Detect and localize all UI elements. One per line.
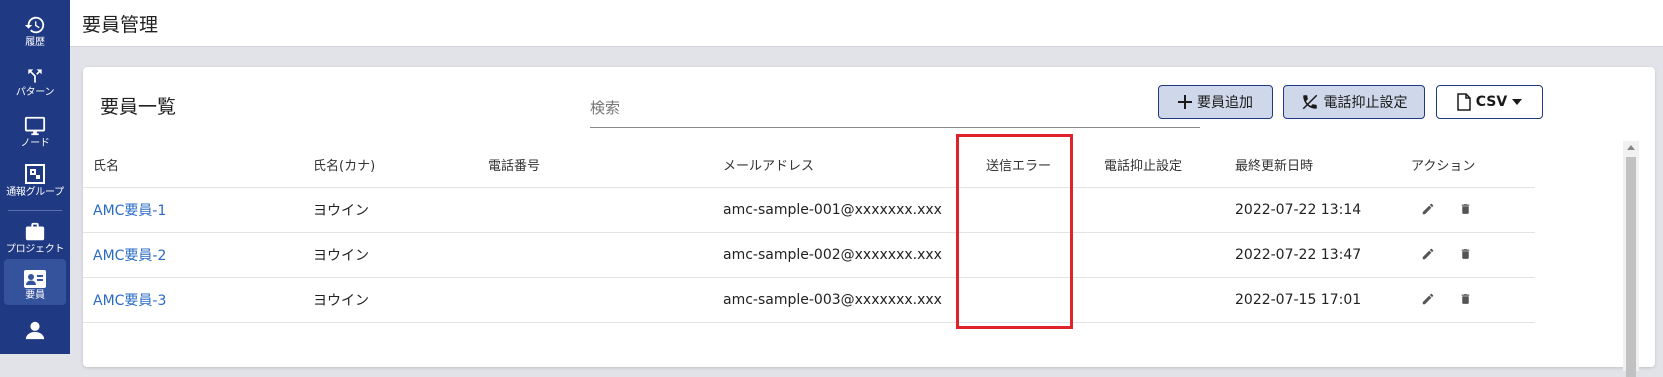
edit-icon[interactable] bbox=[1421, 247, 1435, 261]
member-kana: ヨウイン bbox=[313, 292, 369, 309]
briefcase-icon bbox=[25, 222, 45, 241]
column-header-kana[interactable]: 氏名(カナ) bbox=[313, 142, 375, 187]
delete-icon[interactable] bbox=[1459, 202, 1472, 216]
page-title: 要員管理 bbox=[82, 14, 159, 36]
caret-down-icon bbox=[1512, 99, 1523, 105]
monitor-icon bbox=[24, 116, 46, 136]
member-updated: 2022-07-15 17:01 bbox=[1235, 291, 1362, 308]
sidebar: 履歴 パターン ノード 通報グループ プロジェクト 要員 bbox=[0, 0, 70, 354]
column-header-updated[interactable]: 最終更新日時 bbox=[1235, 142, 1313, 187]
member-email: amc-sample-001@xxxxxxx.xxx bbox=[723, 201, 942, 218]
sidebar-item-label: 履歴 bbox=[25, 37, 45, 48]
pattern-icon bbox=[28, 69, 42, 83]
member-email: amc-sample-003@xxxxxxx.xxx bbox=[723, 291, 942, 308]
member-name-link[interactable]: AMC要員-2 bbox=[93, 232, 166, 277]
member-name-link[interactable]: AMC要員-1 bbox=[93, 187, 166, 232]
sidebar-item-user[interactable] bbox=[4, 319, 66, 341]
search-input[interactable] bbox=[590, 97, 1150, 119]
csv-button[interactable]: CSV bbox=[1436, 85, 1543, 119]
member-kana: ヨウイン bbox=[313, 202, 369, 219]
table-row: AMC要員-3 ヨウイン amc-sample-003@xxxxxxx.xxx … bbox=[83, 277, 1535, 323]
sidebar-item-node[interactable]: ノード bbox=[4, 115, 66, 150]
sidebar-item-label: ノード bbox=[20, 138, 50, 149]
card-title: 要員一覧 bbox=[100, 96, 177, 118]
member-updated: 2022-07-22 13:14 bbox=[1235, 201, 1362, 218]
table-row: AMC要員-2 ヨウイン amc-sample-002@xxxxxxx.xxx … bbox=[83, 232, 1535, 278]
edit-icon[interactable] bbox=[1421, 202, 1435, 216]
delete-icon[interactable] bbox=[1459, 292, 1472, 306]
sidebar-item-label: プロジェクト bbox=[5, 244, 65, 255]
member-updated: 2022-07-22 13:47 bbox=[1235, 246, 1362, 263]
vertical-scrollbar[interactable] bbox=[1623, 141, 1639, 377]
member-email: amc-sample-002@xxxxxxx.xxx bbox=[723, 246, 942, 263]
history-icon bbox=[24, 16, 45, 34]
phone-disabled-icon bbox=[1302, 94, 1317, 110]
member-name-link[interactable]: AMC要員-3 bbox=[93, 277, 166, 322]
call-suppress-button[interactable]: 電話抑止設定 bbox=[1283, 85, 1425, 119]
delete-icon[interactable] bbox=[1459, 247, 1472, 261]
column-header-actions: アクション bbox=[1411, 159, 1476, 174]
column-header-email[interactable]: メールアドレス bbox=[723, 142, 814, 187]
sidebar-item-pattern[interactable]: パターン bbox=[4, 66, 66, 99]
column-header-send-error[interactable]: 送信エラー bbox=[986, 142, 1051, 187]
edit-icon[interactable] bbox=[1421, 292, 1435, 306]
column-header-phone[interactable]: 電話番号 bbox=[488, 142, 540, 187]
sidebar-item-label: パターン bbox=[15, 87, 55, 98]
table-row: AMC要員-1 ヨウイン amc-sample-001@xxxxxxx.xxx … bbox=[83, 187, 1535, 233]
column-header-name[interactable]: 氏名 bbox=[93, 142, 119, 187]
group-icon bbox=[25, 164, 45, 184]
sidebar-divider bbox=[8, 210, 62, 211]
sidebar-item-notify-group[interactable]: 通報グループ bbox=[4, 162, 66, 199]
plus-icon bbox=[1178, 95, 1192, 109]
scrollbar-thumb[interactable] bbox=[1626, 157, 1636, 377]
column-header-call-suppress[interactable]: 電話抑止設定 bbox=[1104, 142, 1182, 187]
person-icon bbox=[25, 321, 45, 340]
sidebar-item-history[interactable]: 履歴 bbox=[4, 14, 66, 49]
add-member-label: 要員追加 bbox=[1197, 95, 1253, 111]
sidebar-item-project[interactable]: プロジェクト bbox=[4, 221, 66, 256]
search-box bbox=[590, 89, 1200, 128]
scroll-up-arrow-icon[interactable] bbox=[1627, 145, 1635, 150]
member-card-icon bbox=[24, 270, 46, 288]
file-icon bbox=[1457, 93, 1471, 111]
csv-label: CSV bbox=[1475, 94, 1508, 110]
table-header-row: 氏名 氏名(カナ) 電話番号 メールアドレス 送信エラー 電話抑止設定 最終更新… bbox=[83, 142, 1535, 188]
sidebar-item-member[interactable]: 要員 bbox=[4, 259, 66, 305]
add-member-button[interactable]: 要員追加 bbox=[1158, 85, 1273, 119]
sidebar-item-label: 通報グループ bbox=[6, 187, 64, 198]
call-suppress-label: 電話抑止設定 bbox=[1323, 95, 1408, 111]
member-kana: ヨウイン bbox=[313, 247, 369, 264]
top-header: 要員管理 bbox=[70, 0, 1663, 47]
member-list-card: 要員一覧 要員追加 電話抑止設定 CSV 氏名 氏名(カナ) 電話番号 メールア… bbox=[83, 67, 1655, 377]
sidebar-item-label: 要員 bbox=[25, 290, 45, 301]
